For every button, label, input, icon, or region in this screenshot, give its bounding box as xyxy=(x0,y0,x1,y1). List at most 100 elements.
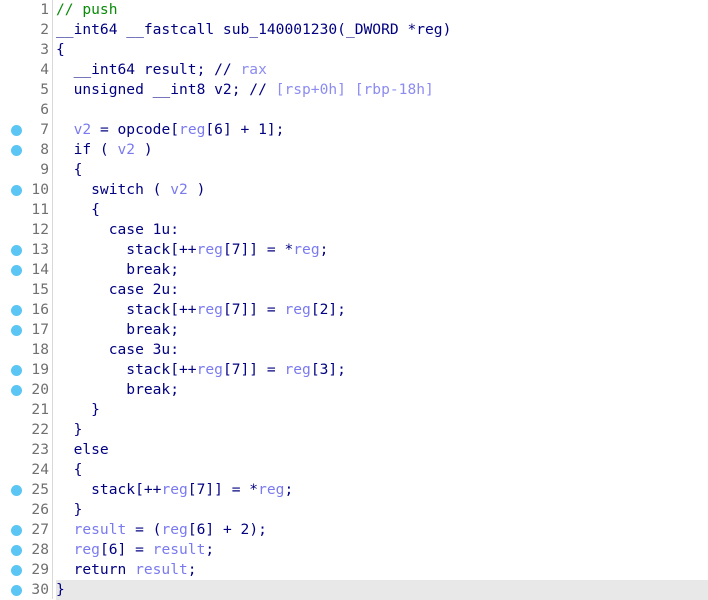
code-line[interactable]: 3{ xyxy=(0,40,708,60)
code-text[interactable]: { xyxy=(56,460,708,480)
breakpoint-dot-icon[interactable] xyxy=(11,585,22,596)
code-line[interactable]: 28 reg[6] = result; xyxy=(0,540,708,560)
code-text[interactable]: { xyxy=(56,40,708,60)
code-text[interactable]: else xyxy=(56,440,708,460)
code-text[interactable]: case 2u: xyxy=(56,280,708,300)
code-line[interactable]: 24 { xyxy=(0,460,708,480)
pseudocode-view[interactable]: 1 // push 2 __int64 __fastcall sub_14000123… xyxy=(0,0,708,600)
code-text[interactable]: if ( v2 ) xyxy=(56,140,708,160)
breakpoint-dot-icon[interactable] xyxy=(11,245,22,256)
code-text[interactable]: result = (reg[6] + 2); xyxy=(56,520,708,540)
code-text[interactable]: } xyxy=(56,500,708,520)
code-line[interactable]: 21 } xyxy=(0,400,708,420)
code-line[interactable]: 18 case 3u: xyxy=(0,340,708,360)
code-line[interactable]: 11 { xyxy=(0,200,708,220)
code-text[interactable]: return result; xyxy=(56,560,708,580)
code-text[interactable]: reg[6] = result; xyxy=(56,540,708,560)
code-line[interactable]: 4 __int64 result; // rax xyxy=(0,60,708,80)
variable-token: reg xyxy=(73,541,100,558)
breakpoint-dot-icon[interactable] xyxy=(11,265,22,276)
code-line[interactable]: 9 { xyxy=(0,160,708,180)
variable-token: v2 xyxy=(73,121,92,138)
code-text[interactable]: __int64 __fastcall sub_140001230(_DWORD … xyxy=(56,20,708,40)
code-text[interactable]: stack[++reg[7]] = *reg; xyxy=(56,240,708,260)
code-token: [6] = xyxy=(99,541,153,558)
code-line[interactable]: 13 stack[++reg[7]] = *reg; xyxy=(0,240,708,260)
breakpoint-dot-icon[interactable] xyxy=(11,185,22,196)
code-text[interactable]: } xyxy=(56,400,708,420)
code-text[interactable]: break; xyxy=(56,320,708,340)
code-line[interactable]: 30} xyxy=(0,580,708,600)
variable-token: reg xyxy=(196,301,223,318)
code-line[interactable]: 7 v2 = opcode[reg[6] + 1]; xyxy=(0,120,708,140)
variable-token: result xyxy=(73,521,127,538)
breakpoint-dot-icon[interactable] xyxy=(11,145,22,156)
code-token: ; xyxy=(187,561,197,578)
code-text[interactable]: { xyxy=(56,160,708,180)
code-line[interactable]: 29 return result; xyxy=(0,560,708,580)
code-text[interactable]: stack[++reg[7]] = *reg; xyxy=(56,480,708,500)
code-token: [3]; xyxy=(310,361,346,378)
variable-token: reg xyxy=(284,301,311,318)
code-text[interactable]: } xyxy=(56,580,708,600)
code-line[interactable]: 27 result = (reg[6] + 2); xyxy=(0,520,708,540)
code-text[interactable] xyxy=(56,100,708,120)
variable-token: v2 xyxy=(170,181,188,198)
code-token: } xyxy=(56,421,83,438)
code-token: __int64 result; // xyxy=(56,61,241,78)
code-token: [7]] = * xyxy=(222,241,294,258)
code-text[interactable]: case 1u: xyxy=(56,220,708,240)
code-line[interactable]: 15 case 2u: xyxy=(0,280,708,300)
code-line[interactable]: 23 else xyxy=(0,440,708,460)
line-number: 22 xyxy=(31,421,49,438)
code-text[interactable]: stack[++reg[7]] = reg[2]; xyxy=(56,300,708,320)
code-token: = ( xyxy=(126,521,162,538)
code-line[interactable]: 20 break; xyxy=(0,380,708,400)
code-line[interactable]: 1 // push xyxy=(0,0,708,20)
breakpoint-dot-icon[interactable] xyxy=(11,325,22,336)
code-text[interactable]: break; xyxy=(56,380,708,400)
code-line[interactable]: 26 } xyxy=(0,500,708,520)
breakpoint-dot-icon[interactable] xyxy=(11,545,22,556)
breakpoint-dot-icon[interactable] xyxy=(11,305,22,316)
variable-token: reg xyxy=(293,241,320,258)
breakpoint-dot-icon[interactable] xyxy=(11,365,22,376)
code-text[interactable]: } xyxy=(56,420,708,440)
line-number: 10 xyxy=(31,181,49,198)
code-token: break; xyxy=(56,381,180,398)
breakpoint-dot-icon[interactable] xyxy=(11,525,22,536)
code-line[interactable]: 12 case 1u: xyxy=(0,220,708,240)
register-comment-token: rax xyxy=(240,61,267,78)
code-text[interactable]: case 3u: xyxy=(56,340,708,360)
breakpoint-dot-icon[interactable] xyxy=(11,565,22,576)
code-text[interactable]: break; xyxy=(56,260,708,280)
code-text[interactable]: __int64 result; // rax xyxy=(56,60,708,80)
variable-token: result xyxy=(135,561,188,578)
code-line[interactable]: 2 __int64 __fastcall sub_140001230(_DWORD… xyxy=(0,20,708,40)
code-line[interactable]: 6 xyxy=(0,100,708,120)
code-text[interactable]: v2 = opcode[reg[6] + 1]; xyxy=(56,120,708,140)
breakpoint-dot-icon[interactable] xyxy=(11,385,22,396)
code-line[interactable]: 5 unsigned __int8 v2; // [rsp+0h] [rbp-1… xyxy=(0,80,708,100)
code-line[interactable]: 22 } xyxy=(0,420,708,440)
code-line[interactable]: 25 stack[++reg[7]] = *reg; xyxy=(0,480,708,500)
code-line[interactable]: 16 stack[++reg[7]] = reg[2]; xyxy=(0,300,708,320)
code-line[interactable]: 8 if ( v2 ) xyxy=(0,140,708,160)
code-token: } xyxy=(56,401,100,418)
code-text[interactable]: unsigned __int8 v2; // [rsp+0h] [rbp-18h… xyxy=(56,80,708,100)
code-token: } xyxy=(56,501,83,518)
breakpoint-dot-icon[interactable] xyxy=(11,485,22,496)
code-token: ; xyxy=(205,541,215,558)
code-text[interactable]: // push xyxy=(56,0,708,20)
code-token: ) xyxy=(187,181,206,198)
code-token: { xyxy=(56,201,100,218)
code-line[interactable]: 19 stack[++reg[7]] = reg[3]; xyxy=(0,360,708,380)
breakpoint-dot-icon[interactable] xyxy=(11,125,22,136)
code-line[interactable]: 17 break; xyxy=(0,320,708,340)
code-text[interactable]: stack[++reg[7]] = reg[3]; xyxy=(56,360,708,380)
code-line[interactable]: 14 break; xyxy=(0,260,708,280)
variable-token: reg xyxy=(196,361,223,378)
code-line[interactable]: 10 switch ( v2 ) xyxy=(0,180,708,200)
code-text[interactable]: switch ( v2 ) xyxy=(56,180,708,200)
code-text[interactable]: { xyxy=(56,200,708,220)
